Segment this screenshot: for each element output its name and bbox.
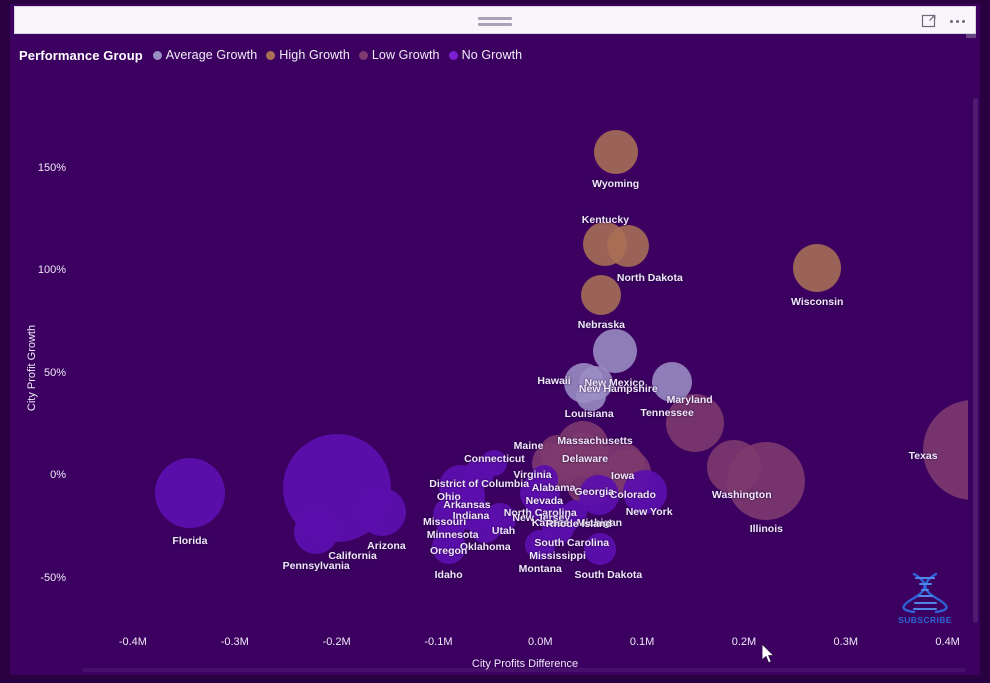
scatter-plot-area[interactable]: Wyoming Kentucky North Dakota Wisconsin Nebr… bbox=[82, 96, 968, 629]
x-axis-tick: 0.4M bbox=[935, 636, 960, 648]
y-axis-tick: 150% bbox=[37, 161, 66, 174]
y-axis-tick: 0% bbox=[50, 469, 66, 482]
x-axis-tick: 0.0M bbox=[528, 636, 553, 648]
bubble-texas[interactable] bbox=[923, 399, 968, 500]
bubble-wisconsin[interactable] bbox=[793, 244, 842, 293]
data-label-florida: Florida bbox=[172, 534, 208, 547]
x-axis-tick: 0.2M bbox=[731, 636, 757, 648]
window-frame-right bbox=[980, 0, 990, 683]
data-label-wyoming: Wyoming bbox=[592, 178, 640, 191]
y-axis-tick: -50% bbox=[40, 571, 66, 584]
window-frame-left bbox=[0, 0, 10, 683]
x-axis-tick: 0.3M bbox=[833, 636, 859, 648]
bubble-chart-visual: Performance Group Average Growth High Gr… bbox=[10, 38, 980, 675]
bubble-new-york[interactable] bbox=[623, 469, 668, 514]
horizontal-scrollbar[interactable] bbox=[82, 668, 966, 672]
x-axis-tick: -0.3M bbox=[220, 636, 249, 648]
data-label-north-dakota: North Dakota bbox=[616, 271, 683, 284]
window-frame-top bbox=[0, 0, 990, 4]
window-frame-bottom bbox=[0, 675, 990, 683]
bubble-florida[interactable] bbox=[154, 457, 225, 528]
x-axis-tick: -0.2M bbox=[322, 636, 351, 648]
x-axis-tick: -0.1M bbox=[424, 636, 453, 648]
data-label-wisconsin: Wisconsin bbox=[791, 296, 844, 309]
bubble-south-dakota[interactable] bbox=[584, 533, 617, 566]
y-axis-tick: 50% bbox=[43, 366, 66, 379]
data-label-south-dakota: South Dakota bbox=[574, 569, 643, 582]
bubble-washington[interactable] bbox=[706, 440, 761, 495]
visual-header-icons bbox=[920, 10, 967, 32]
x-axis-tick: 0.1M bbox=[629, 636, 655, 648]
bubble-arizona[interactable] bbox=[358, 488, 407, 537]
data-label-pennsylvania: Pennsylvania bbox=[282, 559, 350, 572]
bubble-louisiana[interactable] bbox=[576, 381, 607, 412]
y-axis-title: City Profit Growth bbox=[26, 324, 38, 412]
data-label-illinois: Illinois bbox=[749, 523, 783, 536]
drag-handle-icon[interactable] bbox=[478, 12, 512, 30]
ellipsis-icon[interactable] bbox=[948, 19, 967, 23]
bubble-nebraska[interactable] bbox=[581, 274, 622, 315]
y-axis-tick: 100% bbox=[37, 264, 66, 277]
data-label-montana: Montana bbox=[518, 562, 562, 575]
visual-header-bar bbox=[14, 6, 976, 34]
bubble-maryland[interactable] bbox=[651, 361, 692, 402]
bubble-maine[interactable] bbox=[539, 434, 574, 469]
x-axis-tick: -0.4M bbox=[118, 636, 147, 648]
vertical-scrollbar[interactable] bbox=[973, 98, 978, 623]
bubble-connecticut[interactable] bbox=[481, 449, 508, 476]
bubble-nevada[interactable] bbox=[530, 465, 559, 494]
data-label-idaho: Idaho bbox=[434, 569, 463, 581]
bubble-wyoming[interactable] bbox=[593, 130, 638, 175]
bubble-montana[interactable] bbox=[525, 529, 556, 560]
bubble-rhode-island[interactable] bbox=[562, 500, 587, 525]
bubble-oklahoma[interactable] bbox=[469, 510, 502, 543]
data-label-arizona: Arizona bbox=[367, 540, 406, 553]
expand-focus-icon[interactable] bbox=[920, 12, 938, 30]
bubble-pennsylvania[interactable] bbox=[294, 509, 339, 554]
data-label-california: California bbox=[328, 549, 377, 562]
bubble-north-dakota[interactable] bbox=[606, 224, 649, 267]
bubble-oregon[interactable] bbox=[436, 512, 465, 541]
plot-wrapper: 150% 100% 50% 0% -50% -0.4M -0.3M -0.2M -0.1M 0.… bbox=[10, 38, 980, 675]
bubble-tennessee[interactable] bbox=[666, 393, 725, 452]
app-root: Performance Group Average Growth High Gr… bbox=[0, 0, 990, 683]
